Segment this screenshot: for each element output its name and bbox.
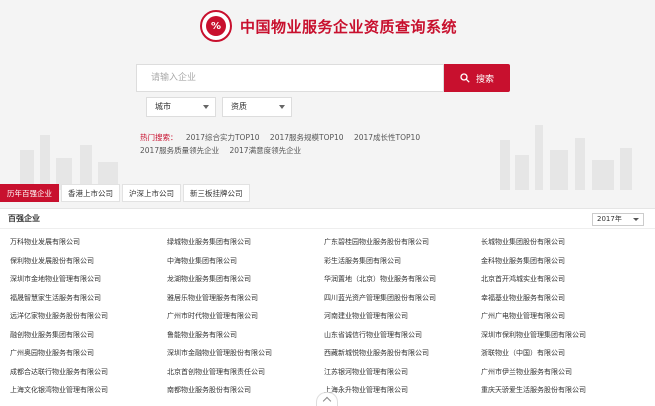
year-select-value: 2017年 bbox=[597, 215, 622, 223]
company-link[interactable]: 龙湖物业服务集团有限公司 bbox=[167, 270, 324, 289]
tab-top100[interactable]: 历年百强企业 bbox=[0, 184, 59, 202]
hot-search-link[interactable]: 2017综合实力TOP10 bbox=[186, 133, 260, 142]
hot-search-link[interactable]: 2017服务规模TOP10 bbox=[270, 133, 344, 142]
company-link[interactable]: 中海物业集团有限公司 bbox=[167, 252, 324, 271]
company-link[interactable]: 深圳市保利物业管理集团有限公司 bbox=[481, 326, 638, 345]
company-link[interactable]: 成都合达联行物业服务有限公司 bbox=[10, 363, 167, 382]
company-link[interactable]: 远洋亿家物业服务股份有限公司 bbox=[10, 307, 167, 326]
hot-search-label: 热门搜索： bbox=[140, 133, 178, 142]
company-link[interactable]: 四川蓝光资产管理集团股份有限公司 bbox=[324, 289, 481, 308]
tab-neeq-listed[interactable]: 新三板挂牌公司 bbox=[183, 184, 250, 202]
tab-hk-listed[interactable]: 香港上市公司 bbox=[61, 184, 120, 202]
company-link[interactable]: 深圳市金地物业管理有限公司 bbox=[10, 270, 167, 289]
search-button[interactable]: 搜索 bbox=[444, 64, 510, 92]
company-link[interactable]: 广州广电物业管理有限公司 bbox=[481, 307, 638, 326]
company-link[interactable]: 广东碧桂园物业服务股份有限公司 bbox=[324, 233, 481, 252]
company-link[interactable]: 彩生活服务集团有限公司 bbox=[324, 252, 481, 271]
company-link[interactable]: 福晟智慧家生活服务有限公司 bbox=[10, 289, 167, 308]
company-link[interactable]: 浙联物业（中国）有限公司 bbox=[481, 344, 638, 363]
company-link[interactable]: 西藏新城悦物业服务股份有限公司 bbox=[324, 344, 481, 363]
page-title: 中国物业服务企业资质查询系统 bbox=[240, 18, 458, 36]
year-select[interactable]: 2017年 bbox=[592, 213, 644, 226]
company-link[interactable]: 绿城物业服务集团有限公司 bbox=[167, 233, 324, 252]
company-link[interactable]: 幸福基业物业服务有限公司 bbox=[481, 289, 638, 308]
company-link[interactable]: 华润置地（北京）物业服务有限公司 bbox=[324, 270, 481, 289]
city-select-value: 城市 bbox=[155, 102, 171, 111]
panel-title: 百强企业 bbox=[8, 214, 40, 223]
chevron-down-icon bbox=[203, 105, 209, 109]
city-select[interactable]: 城市 bbox=[146, 97, 216, 117]
panel-header: 百强企业 2017年 bbox=[0, 209, 655, 229]
company-link[interactable]: 北京首开鸿城实业有限公司 bbox=[481, 270, 638, 289]
company-link[interactable]: 雅居乐物业管理服务有限公司 bbox=[167, 289, 324, 308]
hot-search: 热门搜索： 2017综合实力TOP10 2017服务规模TOP10 2017成长… bbox=[140, 131, 480, 157]
qualification-select-value: 资质 bbox=[231, 102, 247, 111]
scroll-top-button[interactable] bbox=[316, 392, 338, 406]
search-icon bbox=[460, 73, 470, 83]
company-panel: 百强企业 2017年 万科物业发展有限公司 绿城物业服务集团有限公司 广东碧桂园物业… bbox=[0, 208, 655, 406]
search-input[interactable]: 请输入企业 bbox=[136, 64, 444, 92]
company-link[interactable]: 长城物业集团股份有限公司 bbox=[481, 233, 638, 252]
chevron-down-icon bbox=[633, 218, 639, 221]
chevron-down-icon bbox=[279, 105, 285, 109]
company-link[interactable]: 鲁能物业服务有限公司 bbox=[167, 326, 324, 345]
seal-logo-icon[interactable]: % bbox=[200, 10, 232, 42]
hot-search-link[interactable]: 2017成长性TOP10 bbox=[354, 133, 420, 142]
company-link[interactable]: 江苏银河物业管理有限公司 bbox=[324, 363, 481, 382]
hot-search-link[interactable]: 2017服务质量领先企业 bbox=[140, 146, 219, 155]
company-link[interactable]: 保利物业发展股份有限公司 bbox=[10, 252, 167, 271]
company-link[interactable]: 融创物业服务集团有限公司 bbox=[10, 326, 167, 345]
company-link[interactable]: 广州奥园物业服务有限公司 bbox=[10, 344, 167, 363]
company-link[interactable]: 南都物业服务股份有限公司 bbox=[167, 381, 324, 400]
company-link[interactable]: 金科物业服务集团有限公司 bbox=[481, 252, 638, 271]
qualification-select[interactable]: 资质 bbox=[222, 97, 292, 117]
company-link[interactable]: 河南建业物业管理有限公司 bbox=[324, 307, 481, 326]
chevron-up-icon bbox=[322, 396, 332, 406]
company-link[interactable]: 万科物业发展有限公司 bbox=[10, 233, 167, 252]
company-link[interactable]: 重庆天骄爱生活服务股份有限公司 bbox=[481, 381, 638, 400]
category-tabs: 历年百强企业 香港上市公司 沪深上市公司 新三板挂牌公司 bbox=[0, 184, 250, 202]
tab-sh-sz-listed[interactable]: 沪深上市公司 bbox=[122, 184, 181, 202]
company-link[interactable]: 上海文化银湾物业管理有限公司 bbox=[10, 381, 167, 400]
search-button-label: 搜索 bbox=[475, 74, 494, 85]
company-link[interactable]: 山东省诚信行物业管理有限公司 bbox=[324, 326, 481, 345]
company-link[interactable]: 北京首创物业管理有限责任公司 bbox=[167, 363, 324, 382]
company-link[interactable]: 深圳市金融物业管理股份有限公司 bbox=[167, 344, 324, 363]
hot-search-link[interactable]: 2017满意度领先企业 bbox=[229, 146, 301, 155]
header: % 中国物业服务企业资质查询系统 bbox=[0, 8, 655, 44]
company-grid: 万科物业发展有限公司 绿城物业服务集团有限公司 广东碧桂园物业服务股份有限公司 长城物… bbox=[10, 233, 650, 400]
company-link[interactable]: 上海永升物业管理有限公司 bbox=[324, 381, 481, 400]
company-link[interactable]: 广州市时代物业管理有限公司 bbox=[167, 307, 324, 326]
company-link[interactable]: 广州市伊兰物业服务有限公司 bbox=[481, 363, 638, 382]
logo-mark: % bbox=[206, 16, 226, 36]
